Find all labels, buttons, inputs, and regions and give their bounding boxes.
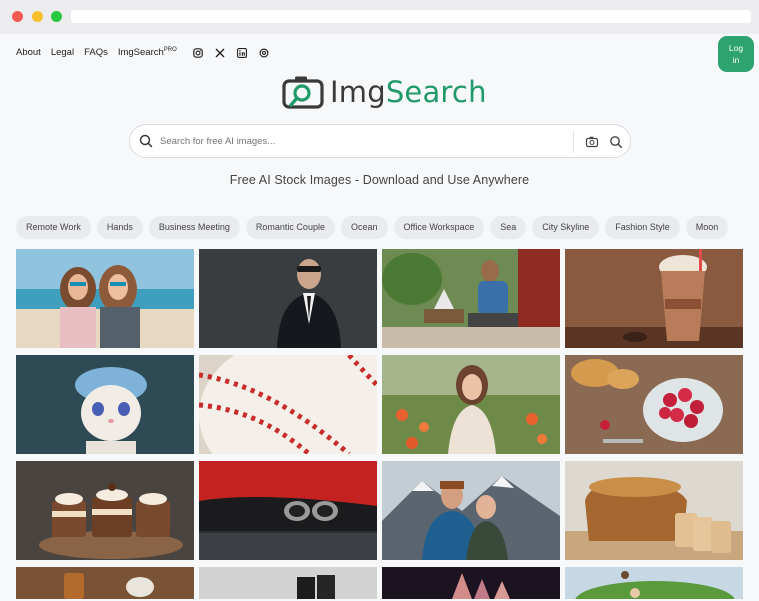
login-label-line1: Log	[728, 43, 744, 53]
browser-window-chrome	[0, 0, 759, 34]
camera-search-icon[interactable]	[585, 135, 599, 149]
category-chip[interactable]: Fashion Style	[605, 216, 680, 239]
image-card-banana-bread[interactable]	[565, 461, 743, 560]
logo-text-img: Img	[330, 75, 386, 109]
category-chip[interactable]: Moon	[685, 216, 729, 239]
image-card-beach-friends[interactable]	[16, 249, 194, 348]
image-card-woman-flower-field[interactable]	[382, 355, 560, 454]
image-card-raspberries-cookies[interactable]	[565, 355, 743, 454]
search-bar	[129, 124, 631, 158]
nav-legal-link[interactable]: Legal	[51, 47, 74, 58]
login-button[interactable]: Log in	[718, 36, 754, 72]
linkedin-icon[interactable]	[236, 47, 247, 58]
tagline: Free AI Stock Images - Download and Use …	[229, 173, 530, 187]
nav-imgsearch-pro-link[interactable]: ImgSearchPRO	[118, 47, 177, 58]
category-chip[interactable]: Ocean	[340, 216, 388, 239]
category-chip[interactable]: City Skyline	[532, 216, 600, 239]
nav-about-link[interactable]: About	[16, 47, 41, 58]
instagram-icon[interactable]	[192, 47, 203, 58]
nav-imgsearch-label: ImgSearch	[117, 47, 164, 59]
category-chips: Remote Work Hands Business Meeting Roman…	[16, 216, 734, 239]
image-card-cat-with-hat[interactable]	[16, 355, 194, 454]
search-icon	[139, 134, 153, 148]
image-card-tea-cups[interactable]	[16, 567, 194, 599]
search-divider	[573, 131, 574, 153]
camera-search-logo-icon	[282, 76, 324, 109]
address-bar[interactable]	[71, 10, 751, 23]
login-label-line2: in	[732, 55, 740, 65]
social-links	[192, 47, 281, 58]
image-card-chocolate-drink[interactable]	[565, 249, 743, 348]
image-card-couple-mountains[interactable]	[382, 461, 560, 560]
search-submit-icon[interactable]	[609, 135, 623, 149]
image-card-chocolate-cake[interactable]	[16, 461, 194, 560]
threads-icon[interactable]	[259, 48, 269, 58]
category-chip[interactable]: Business Meeting	[148, 216, 240, 239]
logo-text-search: Search	[385, 75, 487, 109]
maximize-window-button[interactable]	[51, 11, 62, 22]
logo-wordmark: ImgSearch	[330, 75, 487, 109]
top-navigation: About Legal FAQs ImgSearchPRO	[16, 47, 281, 58]
image-card-man-cooking[interactable]	[382, 249, 560, 348]
image-card-boots[interactable]	[199, 567, 377, 599]
x-icon[interactable]	[215, 48, 225, 58]
pro-badge: PRO	[163, 47, 177, 53]
image-card-masked-man-suit[interactable]	[199, 249, 377, 348]
image-card-green-hills[interactable]	[565, 567, 743, 599]
nav-faqs-link[interactable]: FAQs	[84, 47, 108, 58]
category-chip[interactable]: Remote Work	[16, 216, 91, 239]
category-chip[interactable]: Romantic Couple	[245, 216, 335, 239]
category-chip[interactable]: Sea	[490, 216, 527, 239]
minimize-window-button[interactable]	[32, 11, 43, 22]
category-chip[interactable]: Office Workspace	[393, 216, 485, 239]
page: About Legal FAQs ImgSearchPRO Log in Img…	[0, 34, 759, 601]
image-card-baseball-closeup[interactable]	[199, 355, 377, 454]
image-card-crystals[interactable]	[382, 567, 560, 599]
logo[interactable]: ImgSearch	[282, 74, 487, 110]
search-input[interactable]	[160, 135, 560, 147]
close-window-button[interactable]	[12, 11, 23, 22]
category-chip[interactable]: Hands	[96, 216, 143, 239]
image-card-red-car-exhaust[interactable]	[199, 461, 377, 560]
